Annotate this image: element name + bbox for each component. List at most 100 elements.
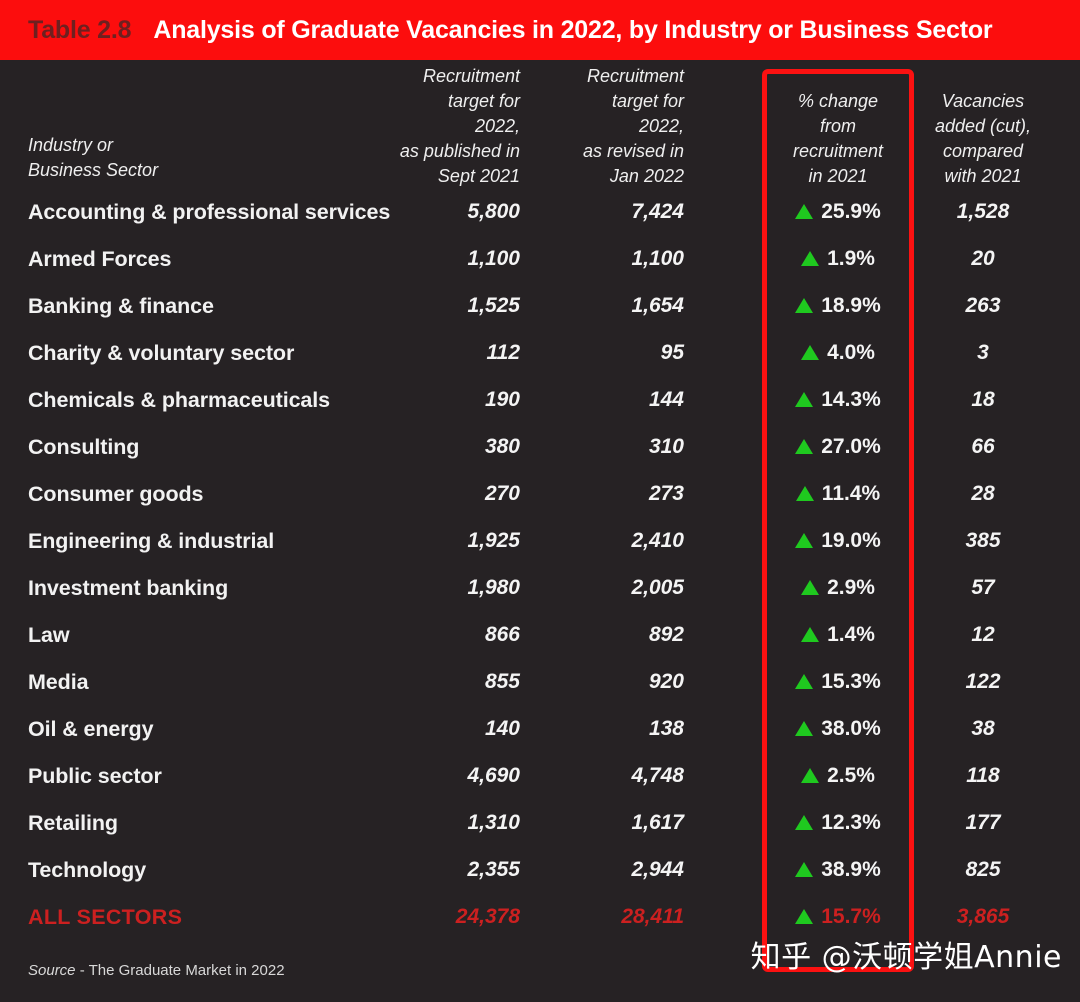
triangle-up-icon — [801, 626, 820, 642]
cell-jan-2022-target: 273 — [648, 482, 684, 505]
cell-pct-change: 38.9% — [768, 853, 908, 887]
table-row: Oil & energy 140 138 38.0% 38 — [0, 712, 1080, 759]
pct-change-value: 38.9% — [821, 858, 881, 881]
cell-pct-change: 2.5% — [768, 759, 908, 793]
triangle-up-icon — [795, 532, 814, 548]
table-row: Consulting 380 310 27.0% 66 — [0, 430, 1080, 477]
triangle-up-icon — [795, 297, 814, 313]
cell-sector: Charity & voluntary sector — [28, 341, 295, 365]
cell-pct-change: 11.4% — [768, 477, 908, 511]
cell-vacancies-added: 18 — [971, 388, 995, 411]
pct-change-value: 25.9% — [821, 200, 881, 223]
cell-vacancies-added: 38 — [971, 717, 995, 740]
cell-pct-change: 4.0% — [768, 336, 908, 370]
triangle-up-icon — [795, 673, 814, 689]
cell-jan-2022-target: 144 — [648, 388, 684, 411]
cell-jan-2022-target: 310 — [648, 435, 684, 458]
pct-change-value: 38.0% — [821, 717, 881, 740]
cell-pct-change: 12.3% — [768, 806, 908, 840]
cell-sector: Consulting — [28, 435, 140, 459]
pct-change-value: 18.9% — [821, 294, 881, 317]
cell-sept-2021-target: 1,100 — [467, 247, 520, 270]
table-body: Accounting & professional services 5,800 7… — [0, 195, 1080, 947]
cell-jan-2022-target: 95 — [660, 341, 684, 364]
cell-sept-2021-target: 4,690 — [467, 764, 520, 787]
triangle-up-icon — [795, 203, 814, 219]
triangle-up-icon — [795, 391, 814, 407]
table-row: Public sector 4,690 4,748 2.5% 118 — [0, 759, 1080, 806]
cell-sector: Technology — [28, 858, 147, 882]
triangle-up-icon — [795, 438, 814, 454]
cell-jan-2022-target: 2,005 — [631, 576, 684, 599]
cell-jan-2022-target: 2,410 — [631, 529, 684, 552]
cell-sector: Consumer goods — [28, 482, 204, 506]
cell-jan-2022-target: 920 — [648, 670, 684, 693]
table-row: Engineering & industrial 1,925 2,410 19.0% 3… — [0, 524, 1080, 571]
cell-vacancies-added: 3 — [977, 341, 989, 364]
cell-sept-2021-target: 1,980 — [467, 576, 520, 599]
cell-sept-2021-target: 190 — [484, 388, 520, 411]
cell-sector: Oil & energy — [28, 717, 154, 741]
pct-change-value: 27.0% — [821, 435, 881, 458]
triangle-up-icon — [795, 720, 814, 736]
cell-vacancies-added: 263 — [965, 294, 1001, 317]
table-row: Chemicals & pharmaceuticals 190 144 14.3% 18 — [0, 383, 1080, 430]
pct-change-value: 1.9% — [827, 247, 875, 270]
cell-vacancies-added: 3,865 — [956, 905, 1010, 928]
table-row: Technology 2,355 2,944 38.9% 825 — [0, 853, 1080, 900]
column-header-sept-2021: Recruitment target for 2022, as publishe… — [399, 66, 520, 186]
cell-vacancies-added: 177 — [965, 811, 1001, 834]
cell-vacancies-added: 825 — [965, 858, 1001, 881]
cell-sector: ALL SECTORS — [28, 905, 183, 929]
triangle-up-icon — [795, 908, 814, 924]
cell-jan-2022-target: 1,654 — [631, 294, 684, 317]
triangle-up-icon — [795, 814, 814, 830]
table-row: Law 866 892 1.4% 12 — [0, 618, 1080, 665]
cell-jan-2022-target: 1,100 — [631, 247, 684, 270]
pct-change-value: 11.4% — [821, 482, 881, 505]
cell-vacancies-added: 20 — [971, 247, 995, 270]
table-row: Media 855 920 15.3% 122 — [0, 665, 1080, 712]
cell-pct-change: 1.9% — [768, 242, 908, 276]
column-header-sector: Industry or Business Sector — [28, 135, 159, 180]
cell-pct-change: 18.9% — [768, 289, 908, 323]
table-number: Table 2.8 — [28, 15, 132, 44]
cell-sept-2021-target: 866 — [484, 623, 520, 646]
cell-sector: Public sector — [28, 764, 162, 788]
triangle-up-icon — [795, 485, 814, 501]
pct-change-value: 1.4% — [827, 623, 875, 646]
table-row: Banking & finance 1,525 1,654 18.9% 263 — [0, 289, 1080, 336]
cell-sept-2021-target: 1,525 — [467, 294, 520, 317]
triangle-up-icon — [795, 861, 814, 877]
cell-sector: Law — [28, 623, 70, 647]
cell-vacancies-added: 28 — [971, 482, 995, 505]
triangle-up-icon — [801, 250, 820, 266]
cell-sept-2021-target: 1,310 — [467, 811, 520, 834]
pct-change-value: 15.7% — [821, 905, 881, 928]
cell-pct-change: 15.3% — [768, 665, 908, 699]
pct-change-value: 14.3% — [821, 388, 881, 411]
table-row: Investment banking 1,980 2,005 2.9% 57 — [0, 571, 1080, 618]
cell-sector: Armed Forces — [28, 247, 172, 271]
source-note: Source - The Graduate Market in 2022 — [28, 962, 285, 979]
triangle-up-icon — [801, 767, 820, 783]
cell-sept-2021-target: 270 — [484, 482, 520, 505]
table-row: Charity & voluntary sector 112 95 4.0% 3 — [0, 336, 1080, 383]
cell-jan-2022-target: 2,944 — [631, 858, 684, 881]
cell-pct-change: 19.0% — [768, 524, 908, 558]
cell-sept-2021-target: 2,355 — [467, 858, 520, 881]
table-row: Armed Forces 1,100 1,100 1.9% 20 — [0, 242, 1080, 289]
cell-sept-2021-target: 1,925 — [467, 529, 520, 552]
cell-sept-2021-target: 5,800 — [467, 200, 520, 223]
cell-sept-2021-target: 24,378 — [455, 905, 520, 928]
cell-vacancies-added: 385 — [965, 529, 1001, 552]
cell-sept-2021-target: 855 — [484, 670, 520, 693]
cell-sector: Banking & finance — [28, 294, 214, 318]
cell-pct-change: 27.0% — [768, 430, 908, 464]
cell-sept-2021-target: 112 — [486, 341, 520, 364]
pct-change-value: 19.0% — [821, 529, 881, 552]
cell-pct-change: 14.3% — [768, 383, 908, 417]
cell-vacancies-added: 118 — [966, 764, 1000, 787]
table-2-8: Table 2.8 Analysis of Graduate Vacancies… — [0, 0, 1080, 1002]
cell-sector: Investment banking — [28, 576, 229, 600]
